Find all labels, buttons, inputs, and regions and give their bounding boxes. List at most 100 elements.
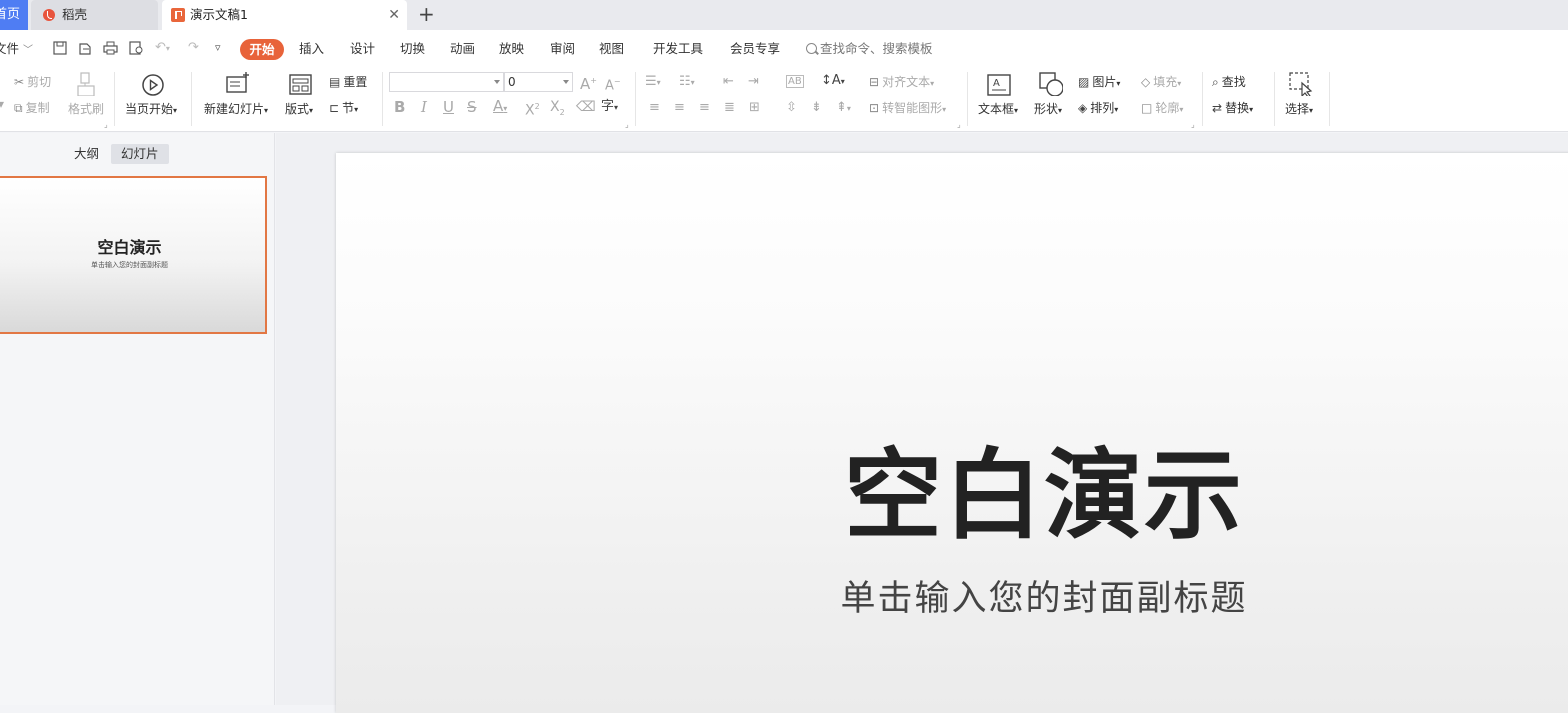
font-color-icon[interactable]: A▾ — [493, 99, 507, 116]
print-icon[interactable] — [103, 41, 118, 55]
font-size-value: 0 — [508, 75, 516, 89]
tab-outline[interactable]: 大纲 — [64, 144, 109, 164]
spacing-after-icon[interactable]: ⇞▾ — [836, 101, 851, 116]
distribute-icon[interactable]: ⊞ — [749, 101, 760, 115]
textbox-icon: A — [987, 74, 1011, 96]
reset-button[interactable]: ▤ 重置 — [329, 75, 367, 89]
tab-document[interactable]: 演示文稿1 ✕ — [162, 0, 407, 30]
format-painter-button[interactable]: 格式刷 — [68, 102, 104, 116]
ribbon-separator — [114, 72, 115, 126]
increase-font-icon[interactable]: A+ — [580, 74, 597, 92]
drawing-launcher-icon[interactable]: ⌟ — [1191, 118, 1195, 132]
align-text-label: 对齐文本 — [882, 75, 931, 89]
save-icon[interactable] — [53, 41, 67, 55]
menu-tab-member[interactable]: 会员专享 — [730, 41, 780, 57]
command-search[interactable]: 查找命令、搜索模板 — [806, 41, 933, 57]
new-slide-label: 新建幻灯片 — [204, 102, 265, 116]
menu-tab-developer[interactable]: 开发工具 — [653, 41, 703, 57]
align-text-button[interactable]: ⊟ 对齐文本▾ — [869, 75, 934, 91]
paragraph-launcher-icon[interactable]: ⌟ — [957, 118, 961, 132]
subscript-icon[interactable]: X2 — [550, 100, 565, 120]
smartart-button[interactable]: ⊡ 转智能图形▾ — [869, 101, 946, 117]
tab-slides[interactable]: 幻灯片 — [111, 144, 169, 164]
find-button[interactable]: ⌕ 查找 — [1212, 75, 1246, 89]
shape-button[interactable]: 形状▾ — [1034, 102, 1062, 118]
slide-subtitle-placeholder[interactable]: 单击输入您的封面副标题 — [336, 579, 1568, 619]
align-center-icon[interactable]: ≡ — [674, 101, 685, 115]
bold-icon[interactable]: B — [394, 100, 405, 115]
slide[interactable]: 空白演示 单击输入您的封面副标题 — [336, 153, 1568, 713]
thumbnail-subtitle: 单击输入您的封面副标题 — [91, 261, 168, 269]
fill-button[interactable]: ◇ 填充▾ — [1141, 75, 1181, 91]
shape-icon — [1039, 72, 1063, 96]
italic-icon[interactable]: I — [421, 100, 427, 115]
redo-icon[interactable]: ↷ — [188, 40, 199, 56]
clipboard-launcher-icon[interactable]: ⌟ — [104, 118, 108, 132]
layout-button[interactable]: 版式▾ — [285, 102, 313, 118]
align-right-icon[interactable]: ≡ — [699, 101, 710, 115]
paragraph-spacing-icon[interactable]: ⇳ — [786, 101, 797, 115]
superscript-icon[interactable]: X2 — [525, 100, 540, 118]
undo-icon[interactable]: ↶▾ — [155, 40, 170, 57]
paste-dropdown-arrow[interactable]: ▾ — [0, 97, 4, 111]
menu-tab-transition[interactable]: 切换 — [400, 41, 425, 57]
copy-icon: ⧉ — [14, 101, 23, 115]
ribbon-separator — [967, 72, 968, 126]
underline-icon[interactable]: U — [443, 100, 454, 115]
phonetic-guide-icon[interactable]: 字▾ — [601, 100, 618, 115]
justify-icon[interactable]: ≣ — [724, 101, 735, 115]
new-slide-button[interactable]: 新建幻灯片▾ — [204, 102, 268, 118]
section-button[interactable]: ⊏ 节▾ — [329, 101, 358, 117]
font-launcher-icon[interactable]: ⌟ — [625, 118, 629, 132]
menu-tab-view[interactable]: 视图 — [599, 41, 624, 57]
menu-tab-slideshow[interactable]: 放映 — [499, 41, 524, 57]
decrease-font-icon[interactable]: A− — [605, 75, 621, 93]
new-tab-button[interactable]: + — [418, 0, 435, 28]
layout-label: 版式 — [285, 102, 310, 116]
menu-tab-insert[interactable]: 插入 — [299, 41, 324, 57]
decrease-indent-icon[interactable]: ⇤ — [723, 75, 734, 89]
strikethrough-icon[interactable]: S — [467, 100, 477, 115]
font-size-select[interactable]: 0 — [504, 72, 573, 92]
numbered-list-icon[interactable]: ☷▾ — [679, 75, 695, 90]
menu-tab-review[interactable]: 审阅 — [550, 41, 575, 57]
cut-button[interactable]: ✂ 剪切 — [14, 75, 51, 89]
select-button[interactable]: 选择▾ — [1285, 102, 1313, 118]
outline-label: 轮廓 — [1155, 101, 1180, 115]
replace-button[interactable]: ⇄ 替换▾ — [1212, 101, 1253, 117]
menu-file[interactable]: 文件 ﹀ — [0, 41, 33, 59]
textbox-button[interactable]: 文本框▾ — [978, 102, 1018, 118]
slide-title-placeholder[interactable]: 空白演示 — [336, 441, 1568, 551]
play-from-current-button[interactable]: 当页开始▾ — [125, 102, 177, 118]
increase-indent-icon[interactable]: ⇥ — [748, 75, 759, 89]
bullet-list-icon[interactable]: ☰▾ — [645, 75, 661, 90]
print-preview-icon[interactable] — [129, 41, 144, 55]
tab-daoke[interactable]: 稻壳 — [31, 0, 158, 30]
clear-format-icon[interactable]: ⌫ — [576, 100, 596, 114]
spacing-before-icon[interactable]: ⇟ — [811, 101, 822, 115]
customize-quick-access-icon[interactable]: ▿ — [215, 40, 221, 56]
menu-tab-home[interactable]: 开始 — [240, 39, 284, 60]
picture-button[interactable]: ▨ 图片▾ — [1078, 75, 1120, 91]
close-tab-icon[interactable]: ✕ — [388, 0, 400, 30]
svg-text:A: A — [993, 78, 1000, 89]
ribbon-separator — [1202, 72, 1203, 126]
chevron-down-icon: ▾ — [1179, 105, 1184, 114]
font-name-select[interactable] — [389, 72, 504, 92]
chevron-down-icon: ▾ — [1114, 105, 1119, 114]
align-left-icon[interactable]: ≡ — [649, 101, 660, 115]
reset-icon: ▤ — [329, 75, 341, 89]
export-icon[interactable] — [78, 41, 92, 55]
tab-home[interactable]: 首页 — [0, 0, 28, 30]
section-label: 节 — [342, 101, 355, 115]
chevron-down-icon: ▾ — [173, 106, 178, 115]
slide-thumbnail[interactable]: 空白演示 单击输入您的封面副标题 — [0, 176, 267, 334]
outline-button[interactable]: □ 轮廓▾ — [1141, 101, 1183, 117]
menu-tab-animation[interactable]: 动画 — [450, 41, 475, 57]
replace-icon: ⇄ — [1212, 101, 1223, 115]
menu-tab-design[interactable]: 设计 — [350, 41, 375, 57]
copy-button[interactable]: ⧉ 复制 — [14, 101, 50, 115]
line-spacing-icon[interactable]: ↕A▾ — [821, 74, 845, 89]
text-direction-icon[interactable]: AB — [786, 75, 804, 88]
arrange-button[interactable]: ◈ 排列▾ — [1078, 101, 1118, 117]
